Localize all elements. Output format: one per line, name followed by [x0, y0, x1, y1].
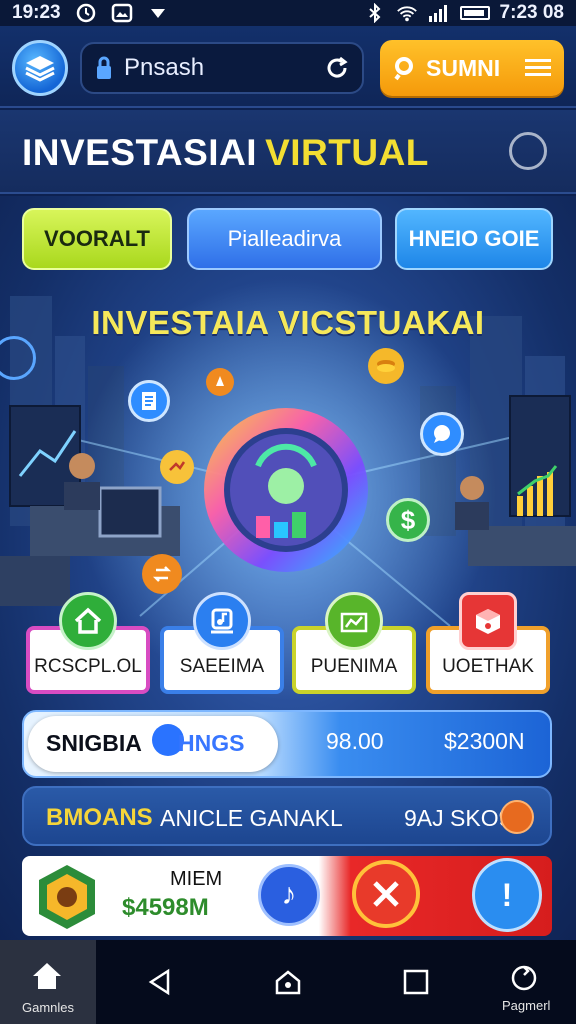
signal-icon	[428, 3, 450, 23]
nav-home-label: Gamnles	[22, 1000, 75, 1015]
layers-icon	[25, 56, 55, 82]
coins-icon[interactable]	[368, 348, 404, 384]
nav-right-label: Pagmerl	[502, 998, 551, 1013]
alarm-icon	[75, 3, 97, 23]
info-icon[interactable]	[500, 800, 534, 834]
tab-hneio-goie[interactable]: HNEIO GOIE	[395, 208, 553, 270]
search-field[interactable]: Pnsash	[80, 42, 364, 94]
status-time-right: 7:23 08	[499, 2, 564, 23]
promo-heading: MIEM	[170, 868, 223, 890]
navigation-bar: Gamnles Pagmerl	[0, 940, 576, 1024]
cube-icon	[459, 592, 517, 650]
submit-label: SUMNI	[426, 54, 501, 81]
submit-button[interactable]: SUMNI	[380, 40, 564, 96]
ticker-right-text: 9AJ SKO9	[404, 805, 512, 831]
balance-label: SNIGBIA	[46, 730, 142, 756]
tab-pialleadirva[interactable]: Pialleadirva	[187, 208, 382, 270]
tab-voorali[interactable]: VOORALT	[22, 208, 172, 270]
balance-bar[interactable]: SNIGBIA HNGS 98.00 $2300N	[22, 710, 552, 778]
refresh-icon[interactable]	[324, 55, 350, 81]
search-input-value[interactable]: Pnsash	[124, 54, 324, 82]
page-title-accent: VIRTUAL	[265, 132, 429, 173]
tools-icon[interactable]	[352, 860, 420, 928]
options-circle-button[interactable]	[509, 132, 547, 170]
search-icon	[394, 57, 413, 81]
wifi-icon	[396, 3, 418, 23]
location-icon	[147, 3, 169, 23]
app-logo-button[interactable]	[12, 40, 68, 96]
title-bar: INVESTASIAI VIRTUAL	[0, 110, 576, 194]
document-icon[interactable]	[128, 380, 170, 422]
balance-sublabel: HNGS	[178, 730, 245, 756]
category-label-3: PUENIMA	[310, 656, 398, 677]
status-time-left: 19:23	[12, 2, 61, 23]
nav-home-button[interactable]: Gamnles	[0, 940, 96, 1024]
menu-icon[interactable]	[524, 57, 552, 79]
recents-button[interactable]	[396, 962, 436, 1002]
dollar-icon[interactable]: $	[386, 498, 430, 542]
hero-area: VOORALT Pialleadirva HNEIO GOIE INVESTAI…	[0, 196, 576, 940]
square-icon	[403, 969, 429, 995]
back-icon	[148, 968, 170, 996]
home-system-button[interactable]	[268, 962, 308, 1002]
page-title: INVESTASIAI VIRTUAL	[22, 132, 429, 174]
music-note-icon[interactable]: ♪	[258, 864, 320, 926]
badge-icon	[39, 865, 95, 929]
exchange-icon[interactable]	[142, 554, 182, 594]
ticker-text: ANICLE GANAKL	[160, 805, 343, 831]
ticker-highlight: BMOANS	[46, 804, 153, 831]
refresh-circle-icon	[511, 965, 537, 991]
home-outline-icon	[275, 970, 301, 995]
alert-icon[interactable]: !	[472, 858, 542, 932]
payment-button[interactable]	[504, 958, 544, 998]
home-nav-icon	[33, 963, 61, 989]
hero-title: INVESTAIA VICSTUAKAI	[91, 304, 485, 341]
balance-value-1: 98.00	[326, 728, 384, 754]
balance-value-2: $2300N	[444, 728, 525, 754]
battery-icon	[459, 6, 490, 20]
image-icon	[111, 3, 133, 23]
chat-icon[interactable]	[420, 412, 464, 456]
rocket-icon[interactable]	[206, 368, 234, 396]
home-icon	[59, 592, 117, 650]
category-label-1: RCSCPL.OL	[34, 656, 142, 677]
lock-icon	[97, 56, 111, 79]
category-label-2: SAEEIMA	[179, 656, 265, 677]
promo-amount: $4598M	[122, 894, 209, 921]
category-label-4: UOETHAK	[442, 656, 534, 677]
chart-icon	[325, 592, 383, 650]
promo-banner[interactable]: MIEM $4598M ♪ !	[22, 856, 552, 936]
app-bar: Pnsash SUMNI	[0, 26, 576, 108]
page-title-main: INVESTASIAI	[22, 132, 258, 173]
music-icon	[193, 592, 251, 650]
status-bar: 19:23 7:23 08	[0, 0, 576, 26]
bluetooth-icon	[364, 3, 386, 23]
news-ticker[interactable]: BMOANS ANICLE GANAKL 9AJ SKO9	[22, 786, 552, 846]
stats-icon[interactable]	[160, 450, 194, 484]
back-button[interactable]	[140, 962, 180, 1002]
